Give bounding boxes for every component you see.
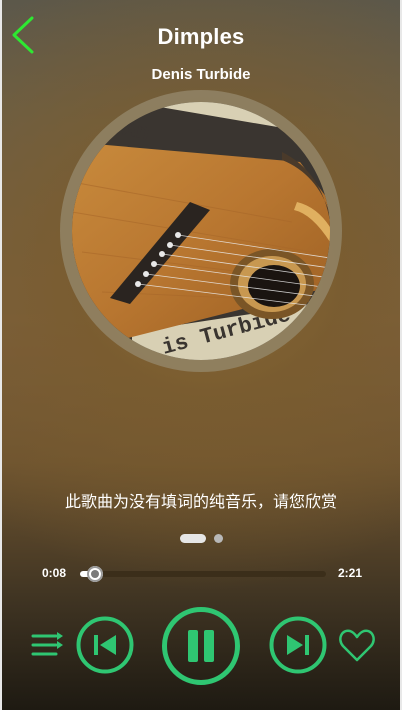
previous-button[interactable] (76, 616, 134, 674)
song-title: Dimples (157, 24, 245, 49)
edge-left (0, 0, 2, 710)
artist-name: Denis Turbide (151, 66, 251, 83)
total-time: 2:21 (338, 566, 363, 580)
playlist-icon (31, 632, 63, 656)
page-indicator-dot-active[interactable] (180, 534, 206, 543)
album-disc: An is Turbide (60, 90, 342, 372)
next-button[interactable] (269, 616, 327, 674)
progress-track[interactable] (80, 566, 326, 582)
skip-next-icon (269, 616, 327, 674)
skip-previous-icon (76, 616, 134, 674)
current-time: 0:08 (42, 566, 67, 580)
page-indicator-dot[interactable] (214, 534, 223, 543)
playlist-button[interactable] (30, 628, 64, 662)
play-pause-button[interactable] (161, 606, 241, 686)
heart-icon (339, 629, 375, 662)
album-cover: An is Turbide (72, 102, 330, 360)
favorite-button[interactable] (338, 626, 376, 664)
album-art-image: An is Turbide (72, 102, 330, 360)
lyric-line: 此歌曲为没有填词的纯音乐，请您欣赏 (64, 494, 337, 511)
pause-icon (162, 607, 240, 685)
progress-thumb[interactable] (86, 566, 103, 582)
